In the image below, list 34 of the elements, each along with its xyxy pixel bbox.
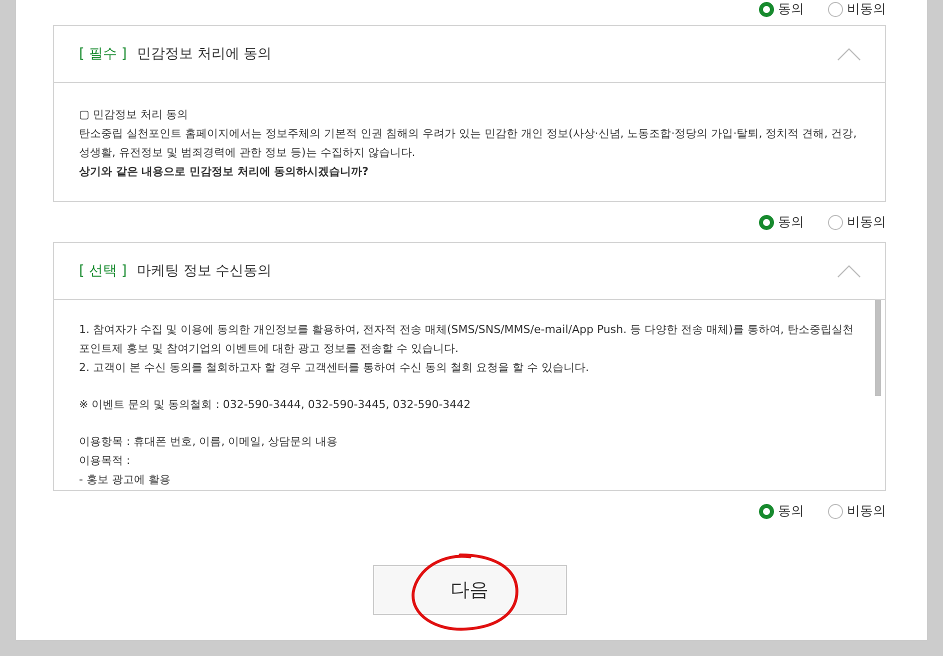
radio-icon[interactable]: [828, 2, 843, 17]
section-title: 민감정보 처리에 동의: [136, 45, 273, 63]
radio-icon[interactable]: [828, 214, 843, 230]
radio-icon[interactable]: [759, 504, 774, 518]
radio-label: 비동의: [847, 503, 886, 520]
collapse-caret-icon[interactable]: [837, 48, 861, 60]
radio-icon[interactable]: [828, 504, 843, 518]
terms-text: 1. 참여자가 수집 및 이용에 동의한 개인정보를 활용하여, 전자적 전송 매체(SMS/SNS/MMS/e-mail/App Push. 등 다양한 전송 매체)를 통하여, 탄소중립실천포인트제 홍보 및 참여기업의 이벤트에 대한 광고 정보를 전송할 수 있습니다.: [79, 322, 854, 357]
radio-option[interactable]: 동의: [759, 213, 804, 231]
required-tag: [ 선택 ]: [79, 262, 127, 280]
section-title: 마케팅 정보 수신동의: [136, 262, 273, 280]
radio-icon[interactable]: [759, 214, 774, 230]
radio-label: 비동의: [847, 214, 886, 231]
radio-option[interactable]: 동의: [759, 2, 804, 17]
radio-label: 동의: [778, 2, 804, 17]
radio-icon[interactable]: [759, 2, 774, 17]
terms-text: 이용항목 : 휴대폰 번호, 이름, 이메일, 상담문의 내용: [79, 434, 339, 450]
terms-text: 이용목적 :: [79, 453, 132, 469]
terms-text: 상기와 같은 내용으로 민감정보 처리에 동의하시겠습니까?: [79, 164, 370, 180]
radio-option[interactable]: 비동의: [828, 2, 886, 17]
next-button[interactable]: 다음: [372, 565, 566, 615]
radio-label: 동의: [778, 503, 804, 520]
terms-text: 2. 고객이 본 수신 동의를 철회하고자 할 경우 고객센터를 통하여 수신 동의 철회 요청을 할 수 있습니다.: [79, 360, 590, 376]
radio-option[interactable]: 비동의: [828, 213, 886, 231]
terms-text: ※ 이벤트 문의 및 동의철회 : 032-590-3444, 032-590-3445, 032-590-3442: [79, 397, 472, 413]
radio-label: 비동의: [847, 2, 886, 17]
required-tag: [ 필수 ]: [79, 45, 127, 63]
terms-text: ▢ 민감정보 처리 동의: [79, 107, 189, 123]
collapse-caret-icon[interactable]: [837, 264, 861, 278]
radio-option[interactable]: 동의: [759, 502, 804, 520]
radio-label: 동의: [778, 214, 804, 231]
terms-text: - 홍보 광고에 활용: [79, 472, 172, 488]
radio-option[interactable]: 비동의: [828, 502, 886, 520]
terms-text: 탄소중립 실천포인트 홈페이지에서는 정보주체의 기본적 인권 침해의 우려가 있는 민감한 개인 정보(사상·신념, 노동조합·정당의 가입·탈퇴, 정치적 견해, 건강, 성생활, 유전정보 및 범죄경력에 관한 정보 등)는 수집하지 않습니다.: [79, 126, 858, 161]
